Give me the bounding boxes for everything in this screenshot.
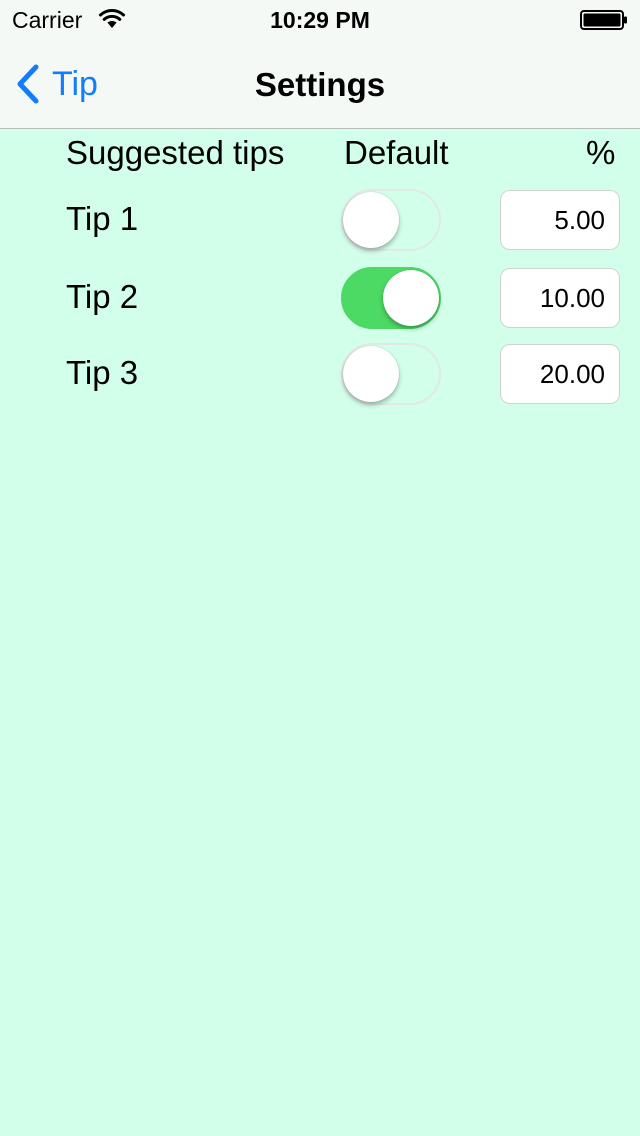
tip-label: Tip 2 [66,278,139,315]
tip-percent-field[interactable] [500,344,620,404]
default-toggle[interactable] [341,189,441,251]
tip-row-2: Tip 2 [0,267,640,329]
tip-label: Tip 1 [66,200,139,237]
tip-label: Tip 3 [66,354,139,391]
tip-row-3: Tip 3 [0,343,640,405]
header-percent: % [586,134,616,171]
toggle-knob [343,192,399,248]
battery-icon [580,10,627,30]
default-toggle[interactable] [341,267,441,329]
header-suggested-tips: Suggested tips [66,134,285,171]
default-toggle[interactable] [341,343,441,405]
status-time: 10:29 PM [270,7,370,33]
table-header: Suggested tips Default % [0,129,640,179]
toggle-knob [343,346,399,402]
toggle-knob [383,270,439,326]
navigation-bar: Tip Settings [0,40,640,129]
settings-content: Suggested tips Default % Tip 1 Tip 2 Tip… [0,129,640,1136]
tip-percent-field[interactable] [500,190,620,250]
page-title: Settings [254,66,386,103]
header-default: Default [344,134,449,171]
tip-percent-field[interactable] [500,268,620,328]
tip-row-1: Tip 1 [0,189,640,251]
status-bar: Carrier 10:29 PM [0,0,640,40]
